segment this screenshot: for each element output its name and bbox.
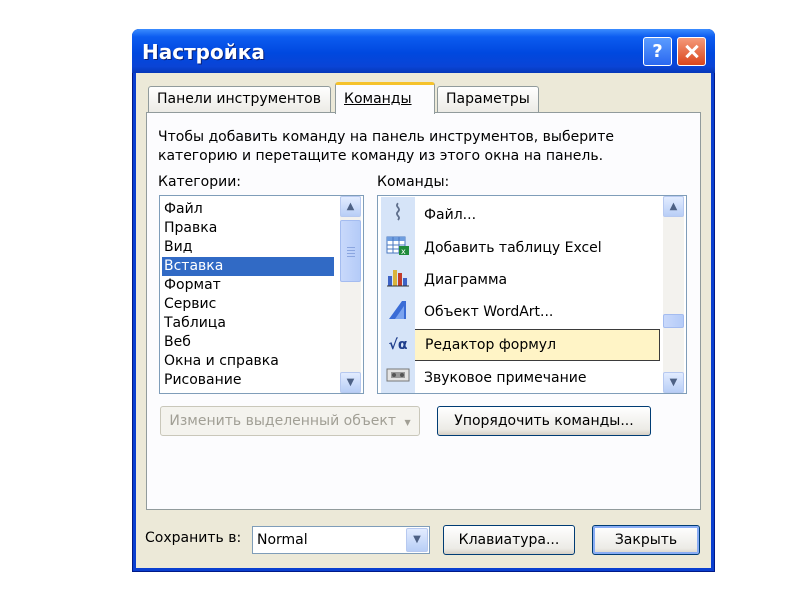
commands-scrollbar[interactable]: ▲ ▼ (663, 196, 684, 393)
tab-label: Панели инструментов (157, 91, 321, 107)
button-label: Изменить выделенный объект (169, 413, 396, 429)
list-item[interactable]: Вид (162, 238, 334, 257)
command-item[interactable]: Объект WordArt... (416, 296, 656, 328)
button-label: Клавиатура... (458, 532, 560, 548)
scroll-thumb[interactable] (663, 314, 684, 328)
save-in-label: Сохранить в: (145, 530, 242, 546)
save-in-select[interactable]: Normal ▼ (252, 526, 430, 554)
close-button[interactable]: Закрыть (592, 525, 700, 555)
help-button[interactable]: ? (643, 37, 672, 66)
list-item-selected[interactable]: Вставка (162, 257, 334, 276)
commands-listbox[interactable]: Файл... Добавить таблицу Excel Диаграмма… (377, 195, 687, 394)
keyboard-button[interactable]: Клавиатура... (443, 525, 575, 555)
scroll-down-button[interactable]: ▼ (663, 372, 684, 393)
scroll-up-button[interactable]: ▲ (663, 196, 684, 217)
tab-options[interactable]: Параметры (437, 86, 539, 112)
list-item[interactable]: Сервис (162, 295, 334, 314)
scroll-up-button[interactable]: ▲ (340, 196, 361, 217)
scroll-thumb[interactable] (340, 220, 361, 282)
command-item[interactable]: Добавить таблицу Excel (416, 232, 656, 264)
paperclip-icon: ⌇ (392, 201, 404, 226)
button-label: Упорядочить команды... (454, 413, 634, 429)
list-item[interactable]: Правка (162, 219, 334, 238)
categories-listbox[interactable]: Файл Правка Вид Вставка Формат Сервис Та… (159, 195, 364, 394)
tab-label: Параметры (446, 91, 530, 107)
tab-toolbars[interactable]: Панели инструментов (148, 86, 331, 112)
tab-label: Команды (344, 91, 412, 107)
modify-selection-button: Изменить выделенный объект ▼ (160, 406, 420, 436)
command-item[interactable]: Файл... (416, 199, 656, 231)
command-item-selected[interactable]: Редактор формул (383, 329, 660, 361)
list-item[interactable]: Веб (162, 333, 334, 352)
commands-label: Команды: (377, 174, 450, 190)
button-label: Закрыть (614, 532, 678, 548)
command-item[interactable]: Звуковое примечание (416, 362, 656, 393)
sound-note-icon (385, 365, 411, 391)
list-item[interactable]: Таблица (162, 314, 334, 333)
categories-label: Категории: (158, 174, 242, 190)
chart-icon (385, 266, 411, 292)
window-title: Настройка (142, 40, 265, 64)
dropdown-arrow-icon: ▼ (404, 418, 411, 427)
list-item[interactable]: Формат (162, 276, 334, 295)
close-window-button[interactable] (677, 37, 706, 66)
tab-commands[interactable]: Команды (335, 82, 435, 114)
list-item[interactable]: Файл (162, 200, 334, 219)
list-item[interactable]: Рисование (162, 371, 334, 390)
wordart-icon (385, 298, 411, 324)
command-item[interactable]: Диаграмма (416, 264, 656, 296)
save-in-value: Normal (257, 532, 308, 548)
svg-text:x: x (401, 247, 406, 256)
scroll-down-button[interactable]: ▼ (340, 372, 361, 393)
categories-scrollbar[interactable]: ▲ ▼ (340, 196, 361, 393)
command-icon-strip: ⌇ x √α (381, 197, 415, 393)
list-item[interactable]: Окна и справка (162, 352, 334, 371)
instructions-text: Чтобы добавить команду на панель инструм… (158, 129, 614, 164)
formula-editor-icon: √α (388, 337, 408, 353)
chevron-down-icon[interactable]: ▼ (406, 528, 428, 552)
excel-table-icon: x (385, 234, 411, 260)
rearrange-commands-button[interactable]: Упорядочить команды... (437, 406, 651, 436)
